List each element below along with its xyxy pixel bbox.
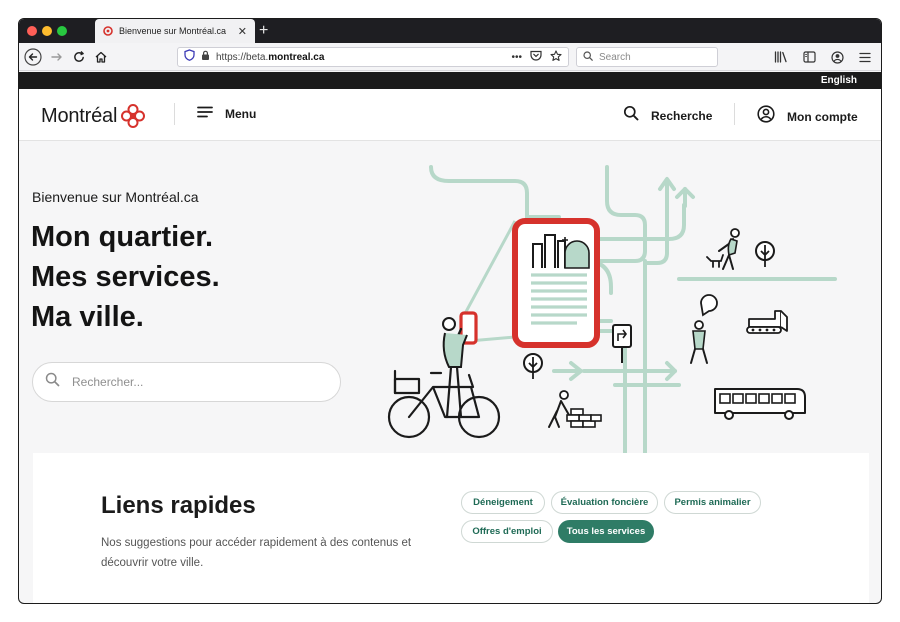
url-text: https://beta.montreal.ca	[216, 51, 325, 63]
header-divider	[734, 103, 735, 125]
hamburger-icon[interactable]	[855, 47, 875, 67]
back-arrow-icon[interactable]	[23, 47, 43, 67]
montreal-rosette-icon	[120, 103, 146, 129]
browser-search-field[interactable]: Search	[576, 47, 718, 67]
search-icon	[623, 105, 639, 126]
search-button[interactable]: Recherche	[623, 105, 712, 126]
quick-links-title: Liens rapides	[101, 492, 256, 519]
page-actions-icon[interactable]: •••	[511, 52, 522, 63]
logo-text: Montréal	[41, 104, 118, 127]
library-icon[interactable]	[771, 47, 791, 67]
lock-icon	[201, 48, 210, 66]
user-icon	[757, 105, 775, 128]
home-icon[interactable]	[91, 47, 111, 67]
tab-close-icon[interactable]: ✕	[238, 25, 247, 38]
search-icon	[583, 48, 593, 66]
browser-search-placeholder: Search	[599, 51, 631, 63]
header-divider	[174, 103, 175, 125]
maximize-window-button[interactable]	[57, 26, 67, 36]
site-header: Montréal Menu Recherche Mon compte	[19, 89, 881, 141]
language-bar: English	[19, 72, 881, 89]
montreal-logo[interactable]: Montréal	[41, 103, 146, 129]
pocket-icon[interactable]	[530, 50, 542, 64]
star-icon[interactable]	[550, 49, 562, 65]
forward-arrow-icon[interactable]	[47, 47, 67, 67]
url-bar[interactable]: https://beta.montreal.ca •••	[177, 47, 569, 67]
reload-icon[interactable]	[69, 47, 89, 67]
tab-montreal[interactable]: Bienvenue sur Montréal.ca ✕	[95, 19, 255, 43]
headline-line-2: Mes services.	[31, 261, 220, 293]
language-switch-link[interactable]: English	[821, 75, 857, 86]
sidebar-icon[interactable]	[799, 47, 819, 67]
minimize-window-button[interactable]	[42, 26, 52, 36]
tab-title: Bienvenue sur Montréal.ca	[119, 26, 227, 36]
browser-window: Bienvenue sur Montréal.ca ✕ + https://be…	[18, 18, 882, 604]
quick-links-description: Nos suggestions pour accéder rapidement …	[101, 537, 412, 569]
chip-evaluation-fonciere[interactable]: Évaluation foncière	[551, 491, 658, 514]
menu-label: Menu	[225, 107, 257, 121]
welcome-text: Bienvenue sur Montréal.ca	[32, 189, 199, 205]
menu-button[interactable]: Menu	[197, 105, 256, 123]
montreal-favicon-icon	[103, 26, 113, 36]
site-search-placeholder: Rechercher...	[72, 375, 144, 389]
search-icon	[45, 372, 60, 392]
headline-line-1: Mon quartier.	[31, 221, 214, 253]
city-services-illustration	[387, 165, 837, 453]
close-window-button[interactable]	[27, 26, 37, 36]
tab-strip: Bienvenue sur Montréal.ca ✕ +	[19, 19, 881, 43]
browser-toolbar: https://beta.montreal.ca ••• Search	[19, 43, 881, 71]
chip-deneigement[interactable]: Déneigement	[461, 491, 545, 514]
site-search-input[interactable]: Rechercher...	[32, 362, 341, 402]
chip-permis-animalier[interactable]: Permis animalier	[664, 491, 761, 514]
shield-icon[interactable]	[184, 48, 195, 66]
account-icon[interactable]	[827, 47, 847, 67]
search-label: Recherche	[651, 108, 713, 123]
account-button[interactable]: Mon compte	[757, 105, 858, 128]
account-label: Mon compte	[787, 109, 858, 124]
headline-line-3: Ma ville.	[31, 301, 144, 333]
chip-offres-emploi[interactable]: Offres d'emploi	[461, 520, 553, 543]
hero-section: Bienvenue sur Montréal.ca Mon quartier. …	[19, 141, 881, 453]
new-tab-button[interactable]: +	[259, 20, 268, 42]
chip-tous-les-services[interactable]: Tous les services	[558, 520, 654, 543]
quick-links-section: Liens rapides Nos suggestions pour accéd…	[33, 453, 869, 603]
hamburger-icon	[197, 105, 213, 123]
